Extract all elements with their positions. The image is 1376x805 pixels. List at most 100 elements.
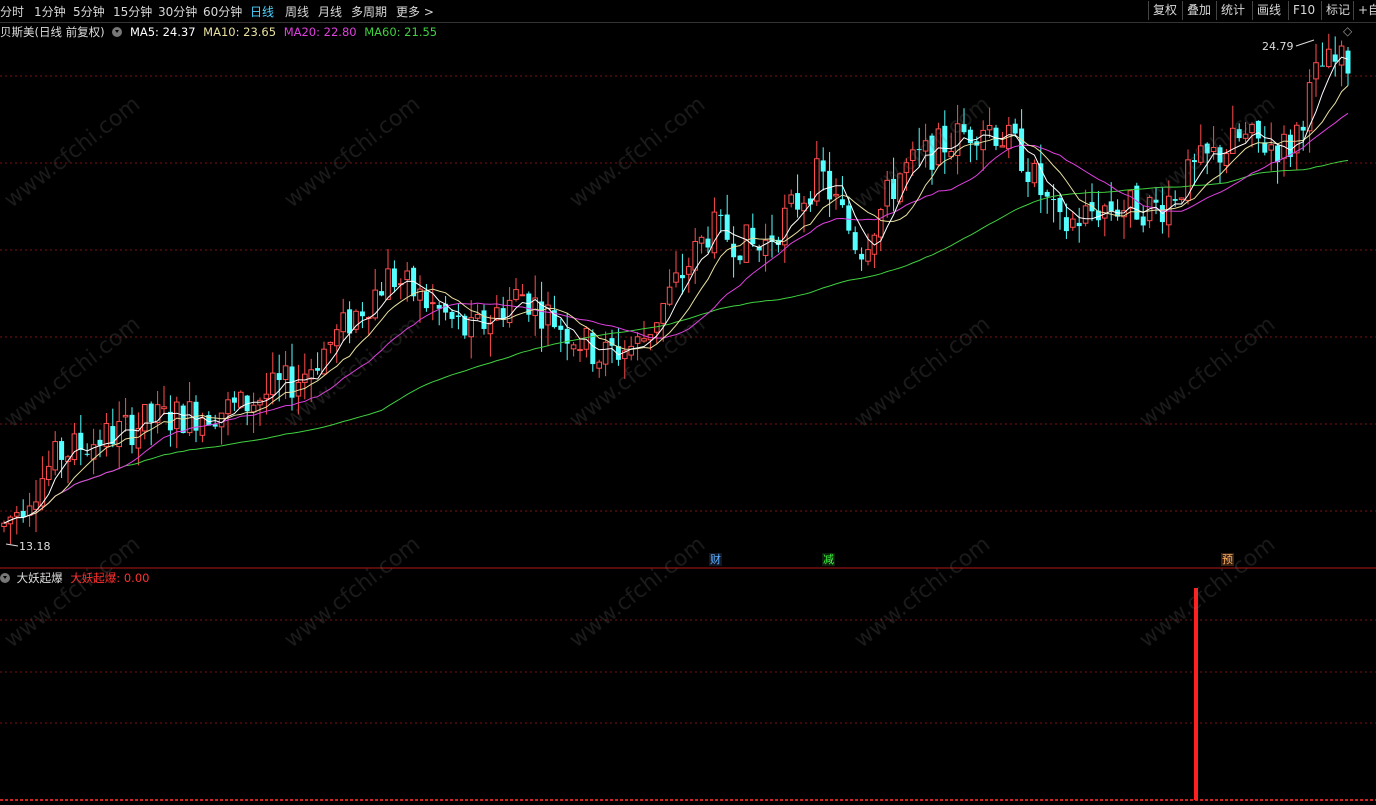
candle-body-up <box>666 286 673 305</box>
candle-body-up <box>71 433 78 461</box>
candle-body-down <box>347 309 353 334</box>
candle-body-up <box>52 441 59 471</box>
event-tag-finance[interactable]: 财 <box>709 553 722 566</box>
candle-body-up <box>39 478 46 507</box>
indicator-legend: 大妖起爆 大妖起爆: 0.00 <box>0 570 149 586</box>
candle-body-up <box>660 302 667 324</box>
candle-body-down <box>724 214 730 240</box>
candle-body-down <box>1019 128 1025 171</box>
candle-body-down <box>379 291 385 296</box>
candle-body-down <box>1025 171 1031 183</box>
candle-body-up <box>1127 190 1134 209</box>
candle-body-down <box>679 275 685 279</box>
candle-body-down <box>820 160 826 172</box>
candle-body-up <box>263 393 270 400</box>
candle-body-up <box>634 336 641 344</box>
candle-body-up <box>334 329 340 347</box>
candle-body-up <box>1070 218 1076 228</box>
ma5-label: MA5: 24.37 <box>129 25 196 39</box>
ma20-line <box>3 112 1349 524</box>
candle-body-down <box>1063 217 1069 232</box>
candle-body-up <box>980 129 987 151</box>
candle-body-up <box>628 345 635 356</box>
candle-body-up <box>487 322 494 335</box>
candle-body-up <box>321 348 327 375</box>
candle-body-up <box>1082 205 1089 224</box>
candle-body-up <box>135 427 142 449</box>
low-marker-line <box>5 543 19 547</box>
candle-body-up <box>404 270 410 281</box>
candle-body-down <box>1057 197 1063 213</box>
candle-body-up <box>506 299 513 324</box>
candle-body-up <box>1031 162 1038 184</box>
stock-name: 贝斯美(日线 前复权) <box>0 25 105 39</box>
candle-body-down <box>1300 126 1306 131</box>
candle-body-up <box>1178 197 1185 201</box>
candle-body-up <box>154 404 161 424</box>
candle-body-down <box>1108 201 1114 211</box>
candle-body-down <box>795 193 801 210</box>
ma-legend: 贝斯美(日线 前复权) MA5: 24.37 MA10: 23.65 MA20:… <box>0 24 441 40</box>
candle-body-down <box>423 291 429 309</box>
candle-body-up <box>577 349 583 352</box>
candle-body-down <box>78 432 84 450</box>
candle-body-down <box>231 397 237 403</box>
candle-body-down <box>1012 123 1018 134</box>
candle-body-down <box>59 441 65 460</box>
candle-body-down <box>1140 216 1146 226</box>
candle-body-up <box>1294 124 1300 154</box>
candle-body-up <box>865 249 871 262</box>
candle-body-down <box>481 310 487 329</box>
candle-body-down <box>1044 191 1050 197</box>
event-tag-forecast[interactable]: 预 <box>1221 553 1234 566</box>
dropdown-icon[interactable] <box>112 27 123 37</box>
candle-body-up <box>33 501 39 510</box>
ma20-label: MA20: 22.80 <box>283 25 357 39</box>
candle-body-down <box>1275 145 1281 163</box>
candle-body-down <box>212 424 218 427</box>
diamond-icon[interactable]: ◇ <box>1343 24 1352 38</box>
candle-body-up <box>1326 48 1332 68</box>
candle-body-down <box>1345 50 1351 74</box>
event-tag-reduce[interactable]: 减 <box>822 553 835 566</box>
candle-body-up <box>1306 82 1313 132</box>
candle-body-up <box>602 341 609 365</box>
candle-body-down <box>110 426 116 445</box>
candle-body-up <box>1223 153 1230 166</box>
candle-body-up <box>474 314 481 319</box>
candle-body-up <box>1268 144 1275 151</box>
candle-body-up <box>692 240 699 271</box>
candle-body-up <box>762 239 769 256</box>
candle-body-down <box>590 332 596 365</box>
candle-body-down <box>148 403 154 423</box>
candle-body-down <box>1051 199 1057 201</box>
candle-body-down <box>315 368 321 371</box>
candle-body-up <box>743 224 750 263</box>
high-marker-line <box>1295 39 1315 47</box>
candle-body-down <box>443 303 449 313</box>
candle-body-up <box>570 344 577 350</box>
candle-body-up <box>218 412 225 428</box>
indicator-signal-bar <box>1194 588 1198 800</box>
candle-body-up <box>430 302 436 305</box>
candle-body-down <box>993 127 999 146</box>
candle-body-down <box>449 311 455 319</box>
candle-body-down <box>391 268 397 288</box>
indicator-value: 大妖起爆: 0.00 <box>70 571 150 585</box>
candle-body-up <box>46 465 52 481</box>
candle-body-up <box>878 209 884 238</box>
indicator-dropdown-icon[interactable] <box>0 573 10 583</box>
candle-body-down <box>846 205 852 231</box>
candle-body-up <box>174 401 180 430</box>
candle-body-up <box>1102 205 1108 219</box>
candle-body-up <box>327 341 334 345</box>
low-price-label: 13.18 <box>19 540 51 553</box>
candle-body-up <box>250 404 257 413</box>
candle-body-up <box>340 312 346 333</box>
candle-body-down <box>859 253 865 260</box>
candle-body-up <box>698 236 705 244</box>
candle-body-down <box>276 373 282 381</box>
candle-body-down <box>1076 222 1082 227</box>
candle-body-up <box>270 372 276 396</box>
candle-body-down <box>750 227 756 245</box>
